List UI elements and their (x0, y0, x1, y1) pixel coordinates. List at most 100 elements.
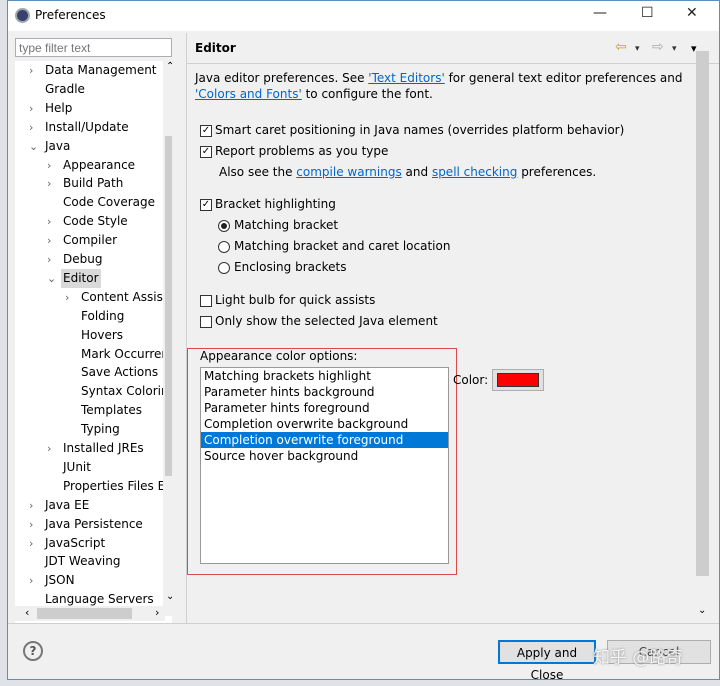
tree-item[interactable]: Syntax Coloring (79, 382, 172, 401)
chevron-right-icon[interactable]: › (47, 174, 59, 193)
tree-item[interactable]: Templates (79, 401, 144, 420)
compile-warnings-link[interactable]: compile warnings (296, 165, 401, 179)
color-option[interactable]: Parameter hints background (201, 384, 448, 400)
tree-item[interactable]: Folding (79, 307, 126, 326)
tree-item[interactable]: Compiler (61, 231, 119, 250)
tree-item[interactable]: JavaScript (43, 534, 107, 553)
color-option[interactable]: Source hover background (201, 448, 448, 464)
tree-item[interactable]: Java EE (43, 496, 91, 515)
tree-item[interactable]: Content Assist (79, 288, 170, 307)
also-text-3: preferences. (517, 165, 597, 179)
chevron-right-icon[interactable]: › (47, 212, 59, 231)
chevron-right-icon[interactable]: › (47, 156, 59, 175)
help-button[interactable]: ? (23, 641, 43, 661)
only-selected-label: Only show the selected Java element (215, 314, 438, 328)
scroll-up-icon[interactable]: ⌃ (166, 61, 172, 72)
tree-item[interactable]: Save Actions (79, 363, 160, 382)
report-problems-checkbox[interactable]: ✓ (200, 146, 212, 158)
page-scroll-thumb[interactable] (696, 51, 709, 576)
chevron-right-icon[interactable]: › (29, 515, 41, 534)
apply-and-close-button[interactable]: Apply and Close (498, 640, 596, 682)
intro-text-2: for general text editor preferences and (444, 71, 683, 85)
matching-bracket-radio[interactable] (218, 220, 230, 232)
tree-item[interactable]: Hovers (79, 326, 125, 345)
tree-item[interactable]: Debug (61, 250, 104, 269)
enclosing-brackets-radio[interactable] (218, 262, 230, 274)
tree-item[interactable]: Install/Update (43, 118, 131, 137)
tree-item-label: Mark Occurrences (81, 346, 172, 361)
back-menu-icon[interactable]: ▾ (635, 44, 640, 54)
color-option[interactable]: Parameter hints foreground (201, 400, 448, 416)
close-button[interactable]: ✕ (686, 5, 698, 21)
chevron-down-icon[interactable]: ⌄ (29, 137, 41, 156)
tree-item[interactable]: Code Style (61, 212, 130, 231)
color-option[interactable]: Matching brackets highlight (201, 368, 448, 384)
preference-tree: Language Servers JSON JDT Weaving JavaScrip… (15, 61, 172, 623)
chevron-right-icon[interactable]: › (47, 439, 59, 458)
smart-caret-label: Smart caret positioning in Java names (o… (215, 123, 625, 137)
back-icon[interactable]: ⇦ (615, 39, 627, 55)
scroll-left-icon[interactable]: ‹ (25, 606, 29, 619)
tree-item[interactable]: Help (43, 99, 74, 118)
intro-text-3: to configure the font. (301, 87, 433, 101)
matching-bracket-caret-radio[interactable] (218, 241, 230, 253)
tree-item[interactable]: JDT Weaving (43, 552, 122, 571)
color-option[interactable]: Completion overwrite foreground (201, 432, 448, 448)
eclipse-icon (15, 8, 30, 23)
tree-hscroll-thumb[interactable] (37, 608, 132, 619)
light-bulb-label: Light bulb for quick assists (215, 293, 376, 307)
tree-item[interactable]: Java Persistence (43, 515, 145, 534)
tree-item[interactable]: Properties Files Editor (61, 477, 172, 496)
filter-input[interactable] (15, 38, 172, 57)
text-editors-link[interactable]: 'Text Editors' (368, 71, 444, 85)
maximize-button[interactable]: ☐ (641, 5, 654, 21)
chevron-right-icon[interactable]: › (29, 534, 41, 553)
tree-item[interactable]: Editor (61, 268, 101, 288)
color-option[interactable]: Completion overwrite background (201, 416, 448, 432)
chevron-right-icon[interactable]: › (29, 571, 41, 590)
tree-item[interactable]: Build Path (61, 174, 125, 193)
smart-caret-checkbox[interactable]: ✓ (200, 125, 212, 137)
tree-vertical-scrollbar[interactable]: ⌃ ⌄ (163, 61, 172, 616)
chevron-down-icon[interactable]: ⌄ (47, 269, 59, 288)
color-picker-button[interactable] (492, 369, 544, 391)
tree-item-label: Hovers (81, 327, 124, 342)
matching-bracket-label: Matching bracket (234, 218, 339, 232)
tree-item[interactable]: Code Coverage (61, 193, 157, 212)
appearance-color-list[interactable]: Matching brackets highlight Parameter hin… (200, 367, 449, 564)
chevron-right-icon[interactable]: › (47, 250, 59, 269)
chevron-right-icon[interactable]: › (29, 61, 41, 80)
chevron-right-icon[interactable]: › (47, 231, 59, 250)
only-selected-checkbox[interactable] (200, 316, 212, 328)
tree-item[interactable]: Typing (79, 420, 122, 439)
colors-fonts-link[interactable]: 'Colors and Fonts' (195, 87, 302, 101)
scroll-right-icon[interactable]: › (155, 606, 159, 619)
tree-item[interactable]: JSON (43, 571, 77, 590)
minimize-button[interactable]: — (593, 5, 607, 21)
tree-item[interactable]: Data Management (43, 61, 159, 80)
spell-checking-link[interactable]: spell checking (432, 165, 517, 179)
light-bulb-checkbox[interactable] (200, 295, 212, 307)
chevron-right-icon[interactable]: › (65, 288, 77, 307)
tree-item[interactable]: Gradle (43, 80, 87, 99)
chevron-right-icon[interactable]: › (29, 118, 41, 137)
tree-item[interactable]: Installed JREs (61, 439, 146, 458)
scroll-down-icon[interactable]: ⌄ (166, 591, 172, 602)
footer-separator (8, 623, 719, 624)
scroll-down-icon[interactable]: ⌄ (698, 605, 706, 616)
tree-scroll-thumb[interactable] (165, 136, 172, 476)
tree-horizontal-scrollbar[interactable]: ‹ › (15, 606, 165, 621)
tree-item[interactable]: Java (43, 137, 72, 156)
chevron-right-icon[interactable]: › (29, 496, 41, 515)
forward-icon[interactable]: ⇨ (652, 39, 664, 55)
tree-item[interactable]: Appearance (61, 156, 137, 175)
color-label: Color: (453, 373, 489, 387)
tree-item[interactable]: JUnit (61, 458, 93, 477)
chevron-right-icon[interactable]: › (29, 99, 41, 118)
tree-item-label: Installed JREs (63, 441, 144, 455)
tree-item[interactable]: Mark Occurrences (79, 345, 172, 364)
forward-menu-icon[interactable]: ▾ (672, 44, 677, 54)
header-separator (187, 63, 719, 64)
page-vertical-scrollbar[interactable]: ⌄ (695, 43, 710, 623)
bracket-highlighting-checkbox[interactable]: ✓ (200, 199, 212, 211)
